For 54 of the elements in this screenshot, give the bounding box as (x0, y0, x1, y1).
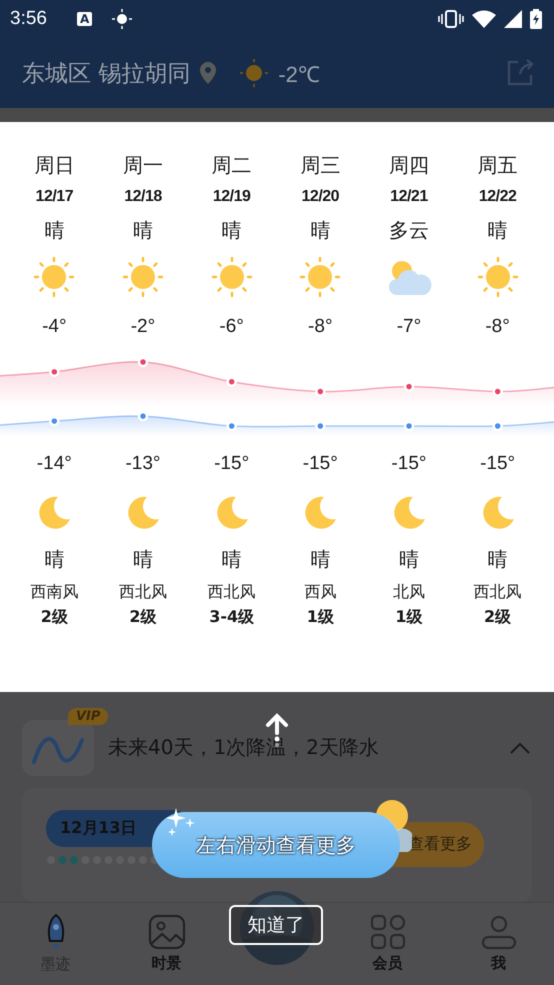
weekday-label: 周五 (478, 152, 518, 179)
low-temperature: -15° (214, 452, 250, 476)
day-condition: 晴 (44, 217, 64, 244)
high-temperature: -2° (130, 315, 156, 339)
weekday-label: 周日 (34, 152, 74, 179)
current-temperature: -2℃ (278, 61, 320, 88)
low-temperature: -15° (302, 452, 338, 476)
night-condition: 晴 (398, 546, 419, 573)
weekday-label: 周三 (300, 152, 340, 179)
wind-direction: 北风 (392, 582, 425, 602)
wind-level: 3-4级 (209, 606, 254, 628)
notification-icon: A (76, 12, 92, 26)
date-label: 12/20 (302, 187, 340, 207)
night-condition: 晴 (222, 546, 242, 573)
wind-direction: 西风 (304, 582, 336, 602)
wind-level: 2级 (40, 606, 68, 628)
night-condition: 晴 (132, 546, 153, 573)
high-temperature: -8° (485, 315, 510, 339)
date-label: 12/21 (390, 187, 428, 207)
day-condition: 晴 (222, 217, 242, 244)
wind-direction: 西南风 (30, 582, 78, 602)
night-condition: 晴 (310, 546, 330, 573)
date-label: 12/19 (212, 187, 250, 207)
day-condition: 晴 (488, 217, 508, 244)
location-title: 东城区 锡拉胡同 (22, 60, 190, 88)
wind-level: 1级 (395, 606, 423, 628)
low-temperature: -15° (480, 452, 516, 476)
high-temperature: -6° (219, 315, 244, 339)
weekday-label: 周一 (122, 152, 163, 179)
wind-level: 2级 (484, 606, 512, 628)
high-temperature: -4° (42, 315, 67, 339)
low-temperature: -15° (391, 452, 426, 476)
low-temperature: -13° (125, 452, 161, 476)
wind-direction: 西北风 (474, 582, 522, 602)
wind-level: 2级 (129, 606, 157, 628)
wind-direction: 西北风 (208, 582, 256, 602)
night-condition: 晴 (44, 546, 64, 573)
high-temperature: -8° (308, 315, 333, 339)
wind-direction: 西北风 (118, 582, 167, 602)
status-time: 3:56 (10, 8, 47, 30)
low-temperature: -14° (36, 452, 72, 476)
weekday-label: 周四 (388, 152, 429, 179)
weekday-label: 周二 (212, 152, 252, 179)
night-condition: 晴 (488, 546, 508, 573)
date-label: 12/22 (478, 187, 516, 207)
high-temperature: -7° (396, 315, 422, 339)
day-condition: 晴 (132, 217, 153, 244)
date-label: 12/18 (124, 187, 162, 207)
wind-level: 1级 (306, 606, 334, 628)
vip-badge: VIP (68, 708, 108, 725)
date-label: 12/17 (36, 187, 74, 207)
swipe-hint-text: 左右滑动查看更多 (196, 832, 356, 858)
day-condition: 多云 (388, 217, 429, 244)
day-condition: 晴 (310, 217, 330, 244)
